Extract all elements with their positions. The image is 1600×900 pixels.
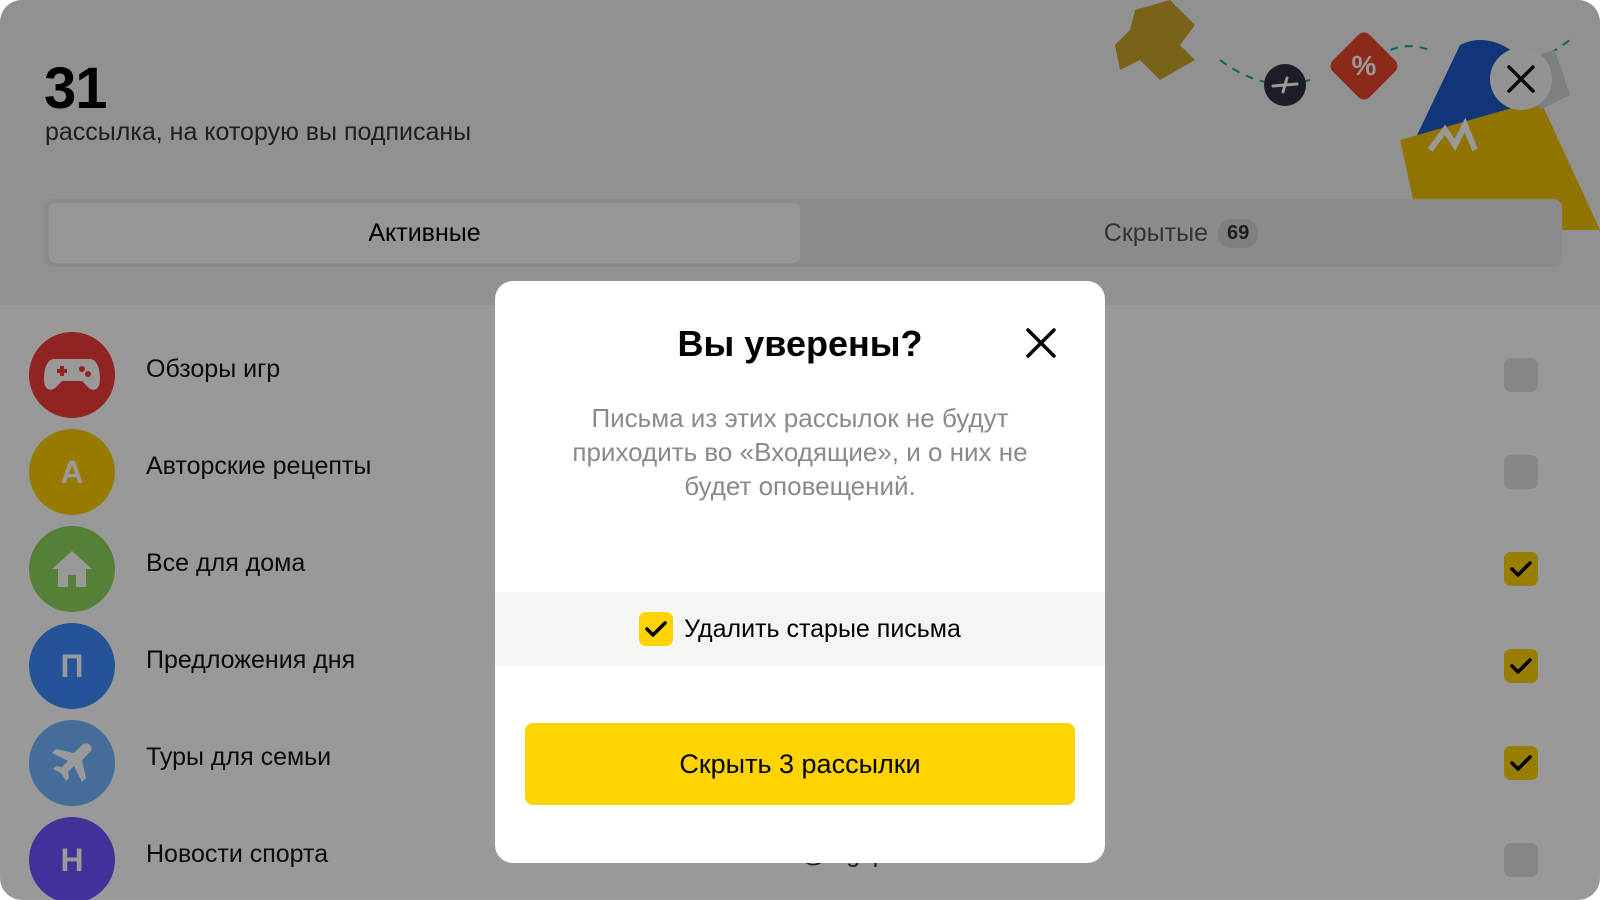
app-window: 31 рассылка, на которую вы подписаны % А…	[0, 0, 1600, 900]
checkmark-icon	[645, 621, 667, 637]
dialog-message: Письма из этих рассылок не будут приходи…	[572, 403, 1028, 501]
dialog-title: Вы уверены?	[677, 323, 923, 364]
delete-old-letters-checkbox[interactable]	[639, 612, 674, 646]
close-icon[interactable]	[1021, 323, 1061, 363]
hide-subscriptions-button[interactable]: Скрыть 3 рассылки	[525, 723, 1075, 805]
confirm-dialog: Вы уверены? Письма из этих рассылок не б…	[495, 281, 1105, 863]
delete-old-letters-label: Удалить старые письма	[684, 614, 961, 643]
delete-old-letters-option[interactable]: Удалить старые письма	[495, 592, 1105, 666]
